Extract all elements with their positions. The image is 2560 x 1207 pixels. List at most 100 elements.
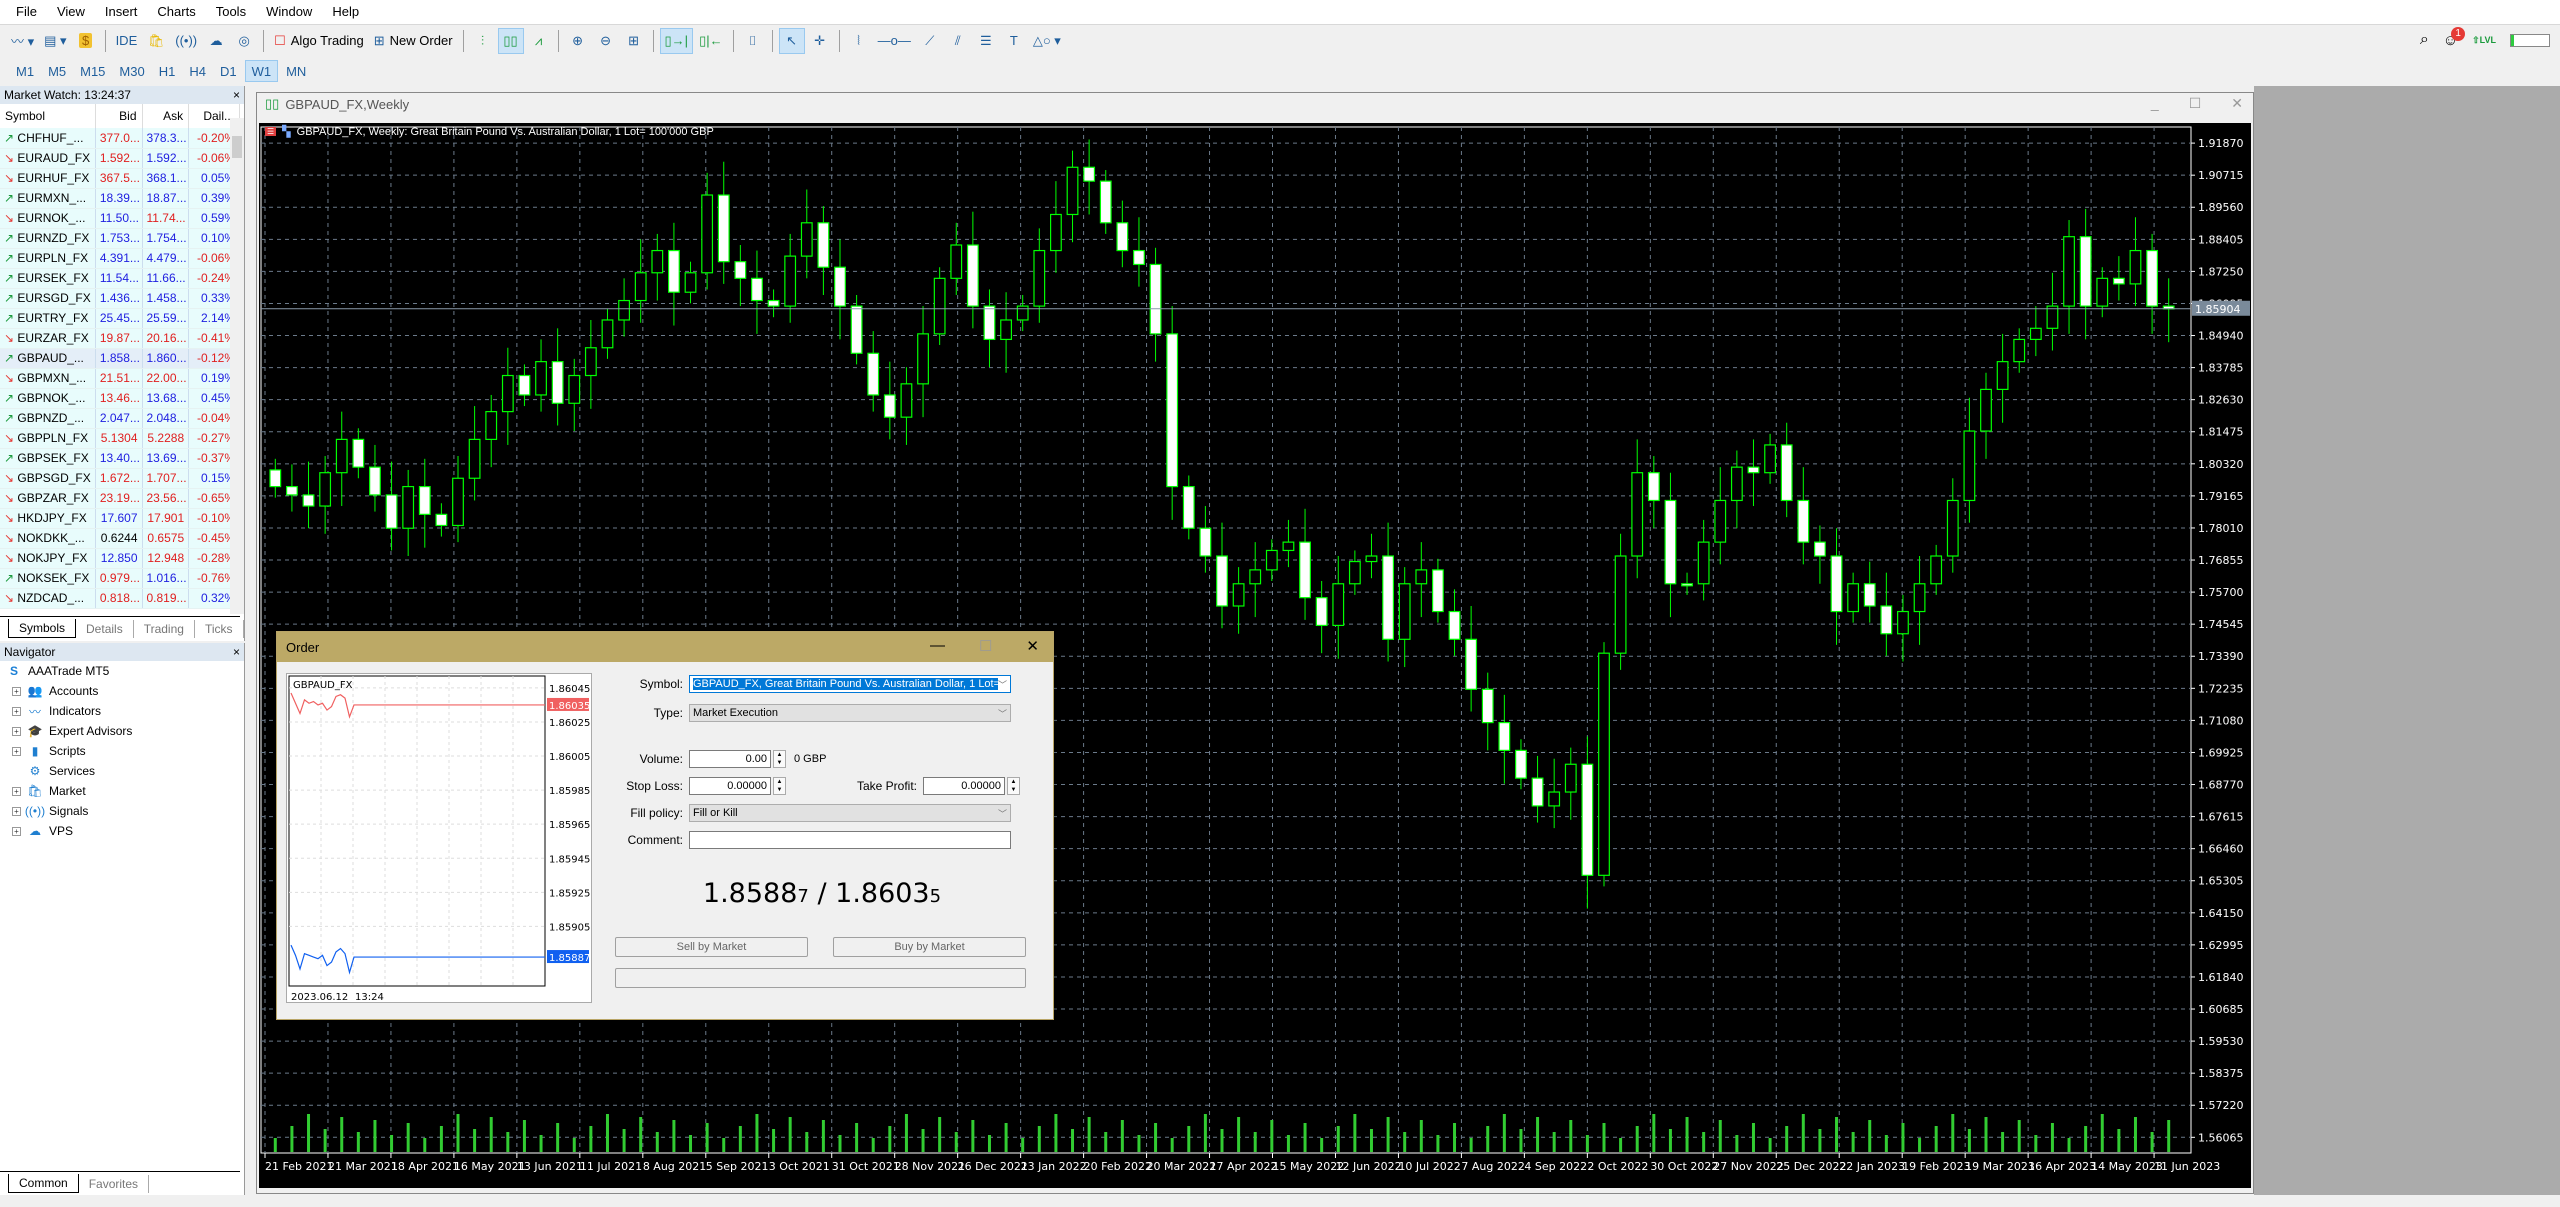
market-watch-row[interactable]: ↘ EURHUF_FX 367.5... 368.1... 0.05% <box>0 168 240 189</box>
type-select[interactable]: Market Execution ﹀ <box>689 704 1011 722</box>
timeframe-w1[interactable]: W1 <box>244 60 279 82</box>
menu-insert[interactable]: Insert <box>95 0 148 24</box>
vertical-line-button[interactable]: ⦚ <box>846 28 872 54</box>
timeframe-m5[interactable]: M5 <box>42 60 72 82</box>
market-watch-row[interactable]: ↘ GBPPLN_FX 5.1304 5.2288 -0.27% <box>0 428 240 449</box>
menu-help[interactable]: Help <box>322 0 369 24</box>
one-click-trading-icon[interactable]: ☰ <box>265 127 277 136</box>
market-watch-row[interactable]: ↗ EURMXN_... 18.39... 18.87... 0.39% <box>0 188 240 209</box>
market-watch-row[interactable]: ↗ EURTRY_FX 25.45... 25.59... 2.14% <box>0 308 240 329</box>
expand-icon[interactable]: + <box>12 786 21 796</box>
level-up-icon[interactable]: ⇧LVL <box>2472 35 2496 46</box>
market-watch-row[interactable]: ↘ GBPSGD_FX 1.672... 1.707... 0.15% <box>0 468 240 489</box>
market-watch-row[interactable]: ↘ HKDJPY_FX 17.607 17.901 -0.10% <box>0 508 240 529</box>
market-watch-row[interactable]: ↗ GBPAUD_... 1.858... 1.860... -0.12% <box>0 348 240 369</box>
market-watch-row[interactable]: ↗ NOKSEK_FX 0.979... 1.016... -0.76% <box>0 568 240 589</box>
maximize-button[interactable]: ☐ <box>979 637 992 655</box>
market-watch-row[interactable]: ↘ NZDCAD_... 0.818... 0.819... 0.32% <box>0 588 240 609</box>
zoom-out-button[interactable]: ⊖ <box>593 28 619 54</box>
notifications-button[interactable]: ☺ 1 <box>2443 26 2466 49</box>
navigator-root[interactable]: S AAATrade MT5 <box>0 661 244 681</box>
menu-window[interactable]: Window <box>256 0 322 24</box>
algo-trading-button[interactable]: ☐ Algo Trading <box>270 28 368 54</box>
candlestick-button[interactable]: ▯▯ <box>497 27 524 54</box>
market-watch-row[interactable]: ↘ EURAUD_FX 1.592... 1.592... -0.06% <box>0 148 240 169</box>
tab-symbols[interactable]: Symbols <box>8 619 77 638</box>
new-order-button[interactable]: ⊞ New Order <box>370 28 457 54</box>
market-watch-row[interactable]: ↗ EURPLN_FX 4.391... 4.479... -0.06% <box>0 248 240 269</box>
market-watch-row[interactable]: ↗ GBPSEK_FX 13.40... 13.69... -0.37% <box>0 448 240 469</box>
scrollbar-thumb[interactable] <box>232 136 242 158</box>
tab-favorites[interactable]: Favorites <box>79 1175 150 1193</box>
vps-button[interactable]: ☁ <box>203 28 229 54</box>
equidistant-channel-button[interactable]: ⫽ <box>945 28 971 54</box>
search-icon[interactable]: ⌕ <box>2420 31 2429 49</box>
ide-button[interactable]: IDE <box>112 28 142 54</box>
navigator-item-vps[interactable]: + ☁ VPS <box>0 821 244 841</box>
tile-windows-button[interactable]: ⊞ <box>621 28 647 54</box>
column-header-ask[interactable]: Ask <box>142 104 190 128</box>
buy-by-market-button[interactable]: Buy by Market <box>833 937 1026 957</box>
trendline-button[interactable]: ⟋ <box>917 28 943 54</box>
comment-input[interactable] <box>689 831 1011 849</box>
close-button[interactable]: ✕ <box>2231 95 2243 112</box>
market-watch-row[interactable]: ↘ NOKJPY_FX 12.850 12.948 -0.28% <box>0 548 240 569</box>
market-watch-row[interactable]: ↗ GBPNOK_... 13.46... 13.68... 0.45% <box>0 388 240 409</box>
profiles-dropdown[interactable]: ▤ ▾ <box>40 28 70 54</box>
market-watch-row[interactable]: ↘ EURNOK_... 11.50... 11.74... 0.59% <box>0 208 240 229</box>
stop-loss-input[interactable]: 0.00000 <box>689 777 771 795</box>
fill-policy-select[interactable]: Fill or Kill ﹀ <box>689 804 1011 822</box>
navigator-item-market[interactable]: + 🛍 Market <box>0 781 244 801</box>
menu-tools[interactable]: Tools <box>206 0 256 24</box>
tab-trading[interactable]: Trading <box>134 620 195 638</box>
expand-icon[interactable]: + <box>12 826 21 836</box>
minimize-button[interactable]: _ <box>2151 95 2159 112</box>
market-watch-row[interactable]: ↘ NOKDKK_... 0.6244 0.6575 -0.45% <box>0 528 240 549</box>
market-watch-row[interactable]: ↗ GBPNZD_... 2.047... 2.048... -0.04% <box>0 408 240 429</box>
column-header-bid[interactable]: Bid <box>95 104 143 128</box>
navigator-item-scripts[interactable]: + ▮ Scripts <box>0 741 244 761</box>
autoscroll-button[interactable]: ▯→| <box>659 27 694 54</box>
expand-icon[interactable]: + <box>12 806 21 816</box>
tab-common[interactable]: Common <box>8 1174 79 1193</box>
menu-charts[interactable]: Charts <box>147 0 205 24</box>
shapes-dropdown[interactable]: △○ ▾ <box>1029 28 1065 54</box>
navigator-item-signals[interactable]: + ((•)) Signals <box>0 801 244 821</box>
screenshot-button[interactable]: ⌷ <box>740 28 766 54</box>
tab-ticks[interactable]: Ticks <box>195 620 244 638</box>
expand-icon[interactable]: + <box>12 706 21 716</box>
line-chart-button[interactable]: ⩘ <box>526 28 552 54</box>
symbol-select[interactable]: GBPAUD_FX, Great Britain Pound Vs. Austr… <box>689 675 1011 693</box>
volume-stepper[interactable]: ▲ ▼ <box>773 750 786 768</box>
timeframe-h4[interactable]: H4 <box>183 60 212 82</box>
expand-icon[interactable]: + <box>12 726 21 736</box>
take-profit-stepper[interactable]: ▲ ▼ <box>1007 777 1020 795</box>
stop-loss-stepper[interactable]: ▲ ▼ <box>773 777 786 795</box>
market-watch-row[interactable]: ↗ CHFHUF_... 377.0... 378.3... -0.20% <box>0 128 240 149</box>
expand-icon[interactable]: + <box>12 746 21 756</box>
signals-button[interactable]: ((•)) <box>171 28 201 54</box>
navigator-item-accounts[interactable]: + 👥 Accounts <box>0 681 244 701</box>
chart-type-dropdown[interactable]: 〰 ▾ <box>7 28 38 54</box>
zoom-in-button[interactable]: ⊕ <box>565 28 591 54</box>
horizontal-line-button[interactable]: —o— <box>874 28 915 54</box>
bar-chart-button[interactable]: ⫶ <box>470 28 496 54</box>
deposit-button[interactable]: $ <box>73 28 99 54</box>
market-watch-scrollbar[interactable] <box>230 118 244 614</box>
timeframe-m1[interactable]: M1 <box>10 60 40 82</box>
minimize-button[interactable]: — <box>930 637 945 655</box>
timeframe-d1[interactable]: D1 <box>214 60 243 82</box>
market-button[interactable]: 🛍 <box>143 28 169 54</box>
market-watch-row[interactable]: ↗ EURNZD_FX 1.753... 1.754... 0.10% <box>0 228 240 249</box>
market-watch-row[interactable]: ↗ EURSEK_FX 11.54... 11.66... -0.24% <box>0 268 240 289</box>
timeframe-h1[interactable]: H1 <box>153 60 182 82</box>
navigator-item-services[interactable]: +⚙Services <box>0 761 244 781</box>
column-header-symbol[interactable]: Symbol <box>0 104 96 128</box>
volume-input[interactable]: 0.00 <box>689 750 771 768</box>
timeframe-m15[interactable]: M15 <box>74 60 111 82</box>
take-profit-input[interactable]: 0.00000 <box>923 777 1005 795</box>
close-icon[interactable]: × <box>233 88 240 102</box>
cursor-tool-button[interactable]: ↖ <box>778 27 805 54</box>
market-watch-row[interactable]: ↘ GBPMXN_... 21.51... 22.00... 0.19% <box>0 368 240 389</box>
market-watch-row[interactable]: ↘ GBPZAR_FX 23.19... 23.56... -0.65% <box>0 488 240 509</box>
